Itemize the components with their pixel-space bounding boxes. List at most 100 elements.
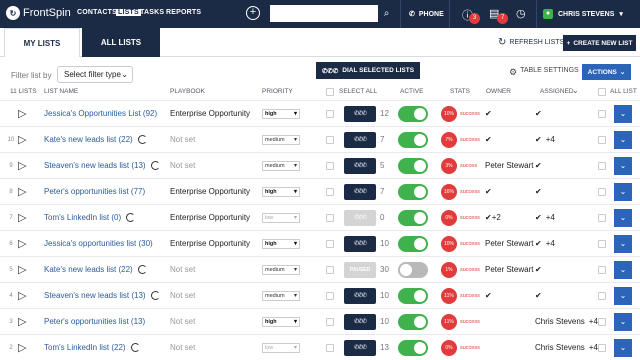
search-icon[interactable]: ⌕	[378, 5, 395, 22]
header-owner[interactable]: OWNER	[486, 88, 511, 95]
tab-all-lists[interactable]: ALL LISTS	[82, 28, 160, 57]
header-assigned[interactable]: ASSIGNED	[540, 88, 574, 95]
tab-my-lists[interactable]: MY LISTS	[4, 28, 80, 57]
row-select-checkbox[interactable]	[598, 161, 606, 170]
user-menu[interactable]: ● Chris Stevens ▾	[536, 0, 623, 28]
chevron-down-icon[interactable]: ⌄	[614, 130, 632, 149]
row-checkbox[interactable]	[326, 343, 334, 352]
row-select-checkbox[interactable]	[598, 291, 606, 300]
expand-row-icon[interactable]: ▷	[18, 179, 26, 204]
list-name-link[interactable]: Kate's new leads list (22)	[44, 127, 147, 152]
row-checkbox[interactable]	[326, 187, 334, 196]
priority-select[interactable]: low	[262, 212, 300, 223]
clock-icon[interactable]: ◷	[516, 7, 526, 20]
active-toggle[interactable]	[398, 287, 428, 304]
plus-circle-icon[interactable]: +	[246, 6, 260, 20]
dial-list-button[interactable]: ✆✆✆	[344, 313, 376, 330]
expand-row-icon[interactable]: ▷	[18, 153, 26, 178]
expand-row-icon[interactable]: ▷	[18, 101, 26, 126]
row-checkbox[interactable]	[326, 291, 334, 300]
priority-select[interactable]: medium	[262, 290, 300, 301]
expand-row-icon[interactable]: ▷	[18, 231, 26, 256]
priority-select[interactable]: low	[262, 342, 300, 353]
chevron-down-icon[interactable]: ⌄	[614, 104, 632, 123]
row-checkbox[interactable]	[326, 317, 334, 326]
nav-reports[interactable]: REPORTS	[166, 9, 201, 16]
active-toggle[interactable]	[398, 105, 428, 122]
chevron-down-icon[interactable]: ⌄	[614, 182, 632, 201]
priority-select[interactable]: high	[262, 316, 300, 327]
table-settings-button[interactable]: ⚙ TABLE SETTINGS	[509, 67, 579, 78]
row-select-checkbox[interactable]	[598, 109, 606, 118]
actions-dropdown[interactable]: ACTIONS ⌄	[582, 64, 631, 80]
chevron-down-icon[interactable]: ⌄	[614, 234, 632, 253]
app-logo[interactable]: ↻ FrontSpin	[6, 6, 71, 20]
active-toggle[interactable]	[398, 339, 428, 356]
dial-list-button[interactable]: ✆✆✆	[344, 287, 376, 304]
phone-button[interactable]: ✆ PHONE	[400, 0, 450, 28]
priority-select[interactable]: high	[262, 186, 300, 197]
list-name-link[interactable]: Steaven's new leads list (13)	[44, 283, 160, 308]
all-list-checkbox[interactable]	[598, 88, 606, 96]
header-list-name[interactable]: LIST NAME	[44, 88, 78, 95]
header-playbook[interactable]: PLAYBOOK	[170, 88, 205, 95]
row-checkbox[interactable]	[326, 213, 334, 222]
row-select-checkbox[interactable]	[598, 187, 606, 196]
active-toggle[interactable]	[398, 183, 428, 200]
row-select-checkbox[interactable]	[598, 213, 606, 222]
dial-list-button[interactable]: ✆✆✆	[344, 339, 376, 356]
header-stats[interactable]: STATS	[450, 88, 470, 95]
priority-select[interactable]: high	[262, 108, 300, 119]
chevron-down-icon[interactable]: ⌄	[614, 338, 632, 357]
list-name-link[interactable]: Tom's LinkedIn list (0)	[44, 205, 136, 230]
search-input[interactable]	[270, 5, 378, 22]
filter-type-select[interactable]: Select filter type ⌄	[57, 66, 133, 83]
nav-lists[interactable]: LISTS	[116, 9, 141, 16]
row-select-checkbox[interactable]	[598, 239, 606, 248]
list-name-link[interactable]: Steaven's new leads list (13)	[44, 153, 160, 178]
row-checkbox[interactable]	[326, 109, 334, 118]
expand-row-icon[interactable]: ▷	[18, 335, 26, 360]
expand-row-icon[interactable]: ▷	[18, 127, 26, 152]
refresh-lists-button[interactable]: ↻ REFRESH LISTS	[498, 37, 564, 48]
priority-select[interactable]: medium	[262, 264, 300, 275]
select-all-checkbox[interactable]	[326, 88, 334, 96]
expand-row-icon[interactable]: ▷	[18, 205, 26, 230]
active-toggle[interactable]	[398, 235, 428, 252]
priority-select[interactable]: medium	[262, 134, 300, 145]
priority-select[interactable]: high	[262, 238, 300, 249]
row-select-checkbox[interactable]	[598, 317, 606, 326]
dial-list-button[interactable]: ✆✆✆	[344, 105, 376, 122]
row-select-checkbox[interactable]	[598, 265, 606, 274]
header-priority[interactable]: PRIORITY	[262, 88, 293, 95]
expand-row-icon[interactable]: ▷	[18, 283, 26, 308]
row-checkbox[interactable]	[326, 239, 334, 248]
nav-contacts[interactable]: CONTACTS	[77, 9, 117, 16]
header-active[interactable]: ACTIVE	[400, 88, 423, 95]
dial-list-button[interactable]: ✆✆✆	[344, 235, 376, 252]
list-name-link[interactable]: Peter's opportunities list (77)	[44, 179, 145, 204]
chevron-down-icon[interactable]: ⌄	[614, 208, 632, 227]
create-new-list-button[interactable]: + CREATE NEW LIST	[563, 35, 636, 51]
row-select-checkbox[interactable]	[598, 343, 606, 352]
active-toggle[interactable]	[398, 209, 428, 226]
row-select-checkbox[interactable]	[598, 135, 606, 144]
active-toggle[interactable]	[398, 313, 428, 330]
dial-list-button[interactable]: ✆✆✆	[344, 131, 376, 148]
list-name-link[interactable]: Tom's LinkedIn list (22)	[44, 335, 140, 360]
nav-tasks[interactable]: TASKS	[140, 9, 164, 16]
list-name-link[interactable]: Peter's opportunities list (13)	[44, 309, 145, 334]
list-name-link[interactable]: Jessica's opportunities list (30)	[44, 231, 153, 256]
list-name-link[interactable]: Kate's new leads list (22)	[44, 257, 147, 282]
chevron-down-icon[interactable]: ⌄	[614, 286, 632, 305]
list-name-link[interactable]: Jessica's Opportunities List (92)	[44, 101, 157, 126]
row-checkbox[interactable]	[326, 265, 334, 274]
expand-row-icon[interactable]: ▷	[18, 257, 26, 282]
active-toggle[interactable]	[398, 157, 428, 174]
dial-list-button[interactable]: ✆✆✆	[344, 157, 376, 174]
active-toggle[interactable]	[398, 131, 428, 148]
chevron-down-icon[interactable]: ⌄	[614, 260, 632, 279]
row-checkbox[interactable]	[326, 135, 334, 144]
chevron-down-icon[interactable]: ⌄	[614, 312, 632, 331]
dial-list-button[interactable]: ✆✆✆	[344, 183, 376, 200]
